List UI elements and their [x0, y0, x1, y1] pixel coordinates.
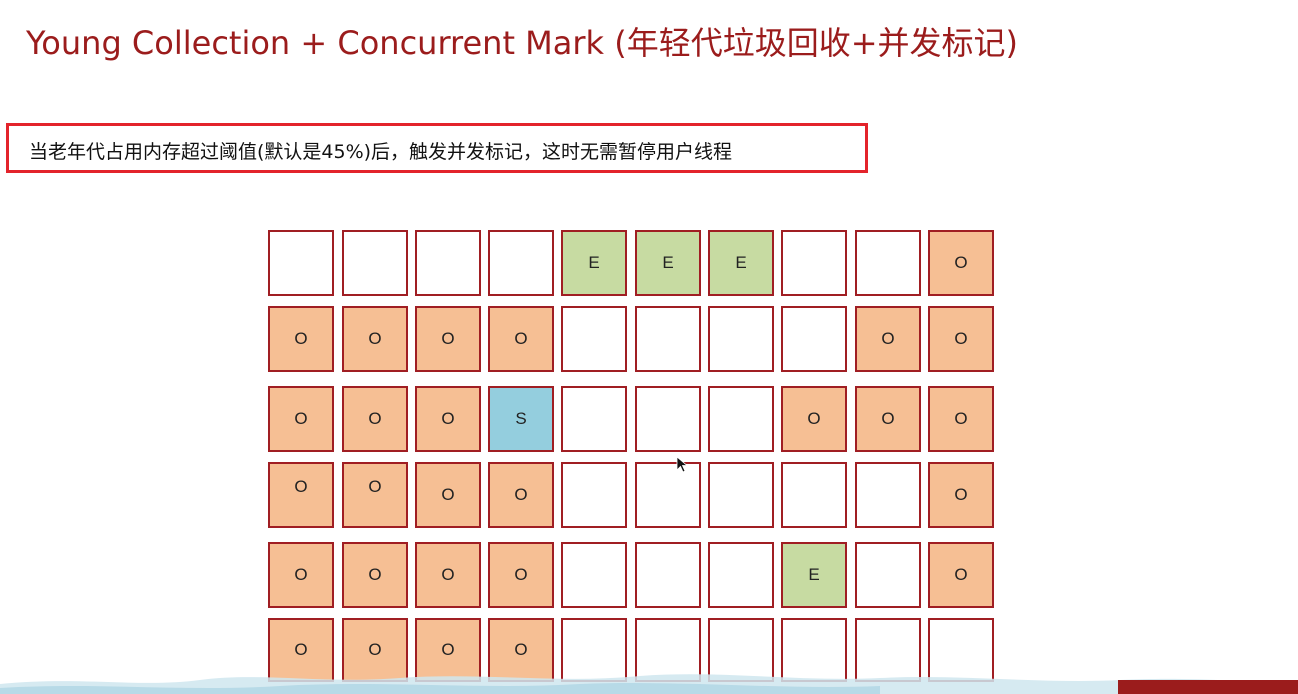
region-label: O	[881, 329, 895, 348]
region-cell-empty	[342, 230, 408, 296]
region-cell-empty	[855, 462, 921, 528]
region-cell-old: O	[342, 386, 408, 452]
region-cell-old: O	[855, 386, 921, 452]
region-label: O	[294, 329, 308, 348]
region-cell-empty	[635, 306, 701, 372]
region-cell-old: O	[268, 542, 334, 608]
region-cell-old: O	[342, 542, 408, 608]
region-cell-old: O	[268, 462, 334, 528]
region-cell-old: O	[488, 462, 554, 528]
region-cell-empty	[635, 542, 701, 608]
region-cell-empty	[781, 306, 847, 372]
region-label: O	[954, 485, 968, 504]
region-label: E	[808, 565, 820, 584]
note-text: 当老年代占用内存超过阈值(默认是45%)后，触发并发标记，这时无需暂停用户线程	[29, 141, 733, 163]
region-cell-old: O	[415, 542, 481, 608]
region-cell-old: O	[928, 306, 994, 372]
region-cell-old: O	[268, 306, 334, 372]
region-cell-eden: E	[635, 230, 701, 296]
region-cell-empty	[268, 230, 334, 296]
region-label: O	[514, 329, 528, 348]
region-cell-empty	[855, 230, 921, 296]
region-label: O	[368, 409, 382, 428]
region-label: S	[515, 409, 527, 428]
region-cell-eden: E	[561, 230, 627, 296]
region-cell-old: O	[342, 462, 408, 528]
region-cell-empty	[561, 306, 627, 372]
region-cell-survivor: S	[488, 386, 554, 452]
region-cell-empty	[708, 462, 774, 528]
region-label: O	[954, 329, 968, 348]
region-label: O	[881, 409, 895, 428]
region-cell-old: O	[268, 386, 334, 452]
region-label: O	[954, 565, 968, 584]
region-cell-old: O	[415, 386, 481, 452]
region-label: O	[514, 565, 528, 584]
region-cell-eden: E	[708, 230, 774, 296]
region-cell-empty	[635, 462, 701, 528]
region-label: O	[294, 565, 308, 584]
region-label: O	[954, 409, 968, 428]
region-label: O	[294, 477, 308, 496]
region-label: E	[588, 253, 600, 272]
region-cell-empty	[708, 542, 774, 608]
region-label: E	[662, 253, 674, 272]
region-cell-empty	[855, 542, 921, 608]
heap-region-grid: EEEOOOOOOOOOOSOOOOOOOOOOOOEOOOOO	[0, 0, 1298, 694]
region-cell-empty	[635, 386, 701, 452]
region-label: O	[807, 409, 821, 428]
region-cell-old: O	[928, 386, 994, 452]
region-cell-empty	[561, 462, 627, 528]
region-label: O	[368, 565, 382, 584]
region-cell-empty	[708, 386, 774, 452]
region-cell-old: O	[928, 542, 994, 608]
region-cell-old: O	[855, 306, 921, 372]
region-cell-old: O	[928, 230, 994, 296]
region-cell-empty	[488, 230, 554, 296]
region-label: O	[441, 409, 455, 428]
region-cell-old: O	[488, 306, 554, 372]
region-cell-eden: E	[781, 542, 847, 608]
region-cell-old: O	[415, 462, 481, 528]
note-box: 当老年代占用内存超过阈值(默认是45%)后，触发并发标记，这时无需暂停用户线程	[6, 123, 868, 173]
region-label: O	[441, 565, 455, 584]
region-cell-old: O	[342, 306, 408, 372]
page-title: Young Collection + Concurrent Mark (年轻代垃…	[26, 24, 1019, 62]
decorative-wave	[0, 674, 1298, 694]
region-label: O	[368, 329, 382, 348]
region-cell-old: O	[781, 386, 847, 452]
region-label: O	[514, 485, 528, 504]
region-label: O	[368, 477, 382, 496]
region-cell-empty	[561, 542, 627, 608]
region-cell-old: O	[415, 306, 481, 372]
region-label: O	[954, 253, 968, 272]
region-cell-empty	[708, 306, 774, 372]
region-cell-empty	[781, 230, 847, 296]
region-cell-empty	[781, 462, 847, 528]
region-label: O	[441, 329, 455, 348]
region-cell-empty	[561, 386, 627, 452]
region-cell-old: O	[488, 542, 554, 608]
region-label: O	[441, 485, 455, 504]
corner-badge	[1118, 680, 1298, 694]
mouse-pointer-icon	[676, 456, 689, 473]
region-label: O	[294, 409, 308, 428]
region-label: E	[735, 253, 747, 272]
region-cell-empty	[415, 230, 481, 296]
region-cell-old: O	[928, 462, 994, 528]
